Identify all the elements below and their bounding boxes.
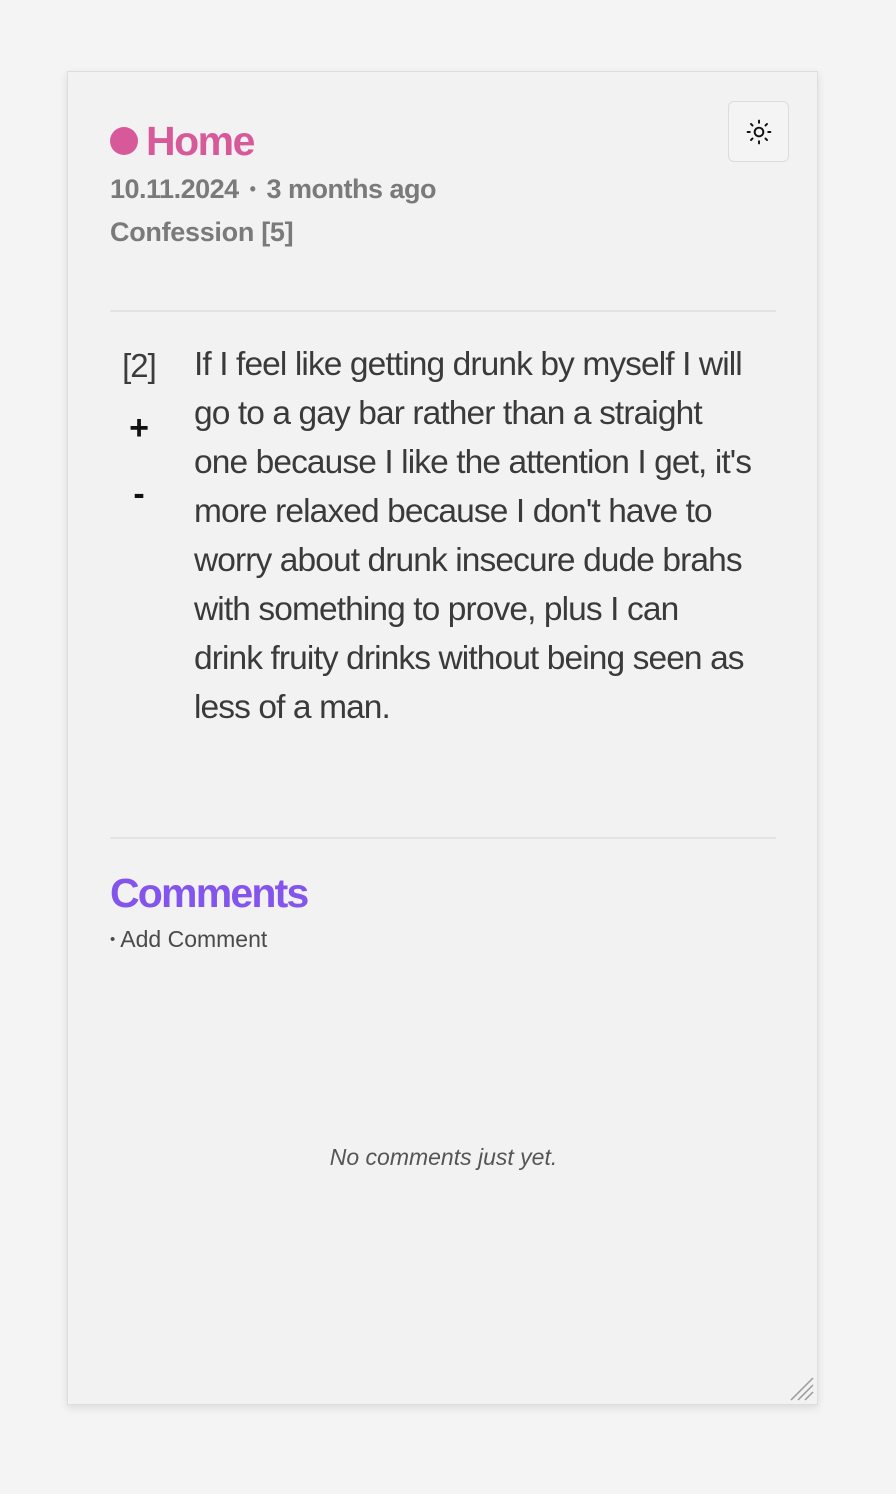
post-date: 10.11.2024 xyxy=(110,174,239,204)
home-title-row: Home xyxy=(110,116,255,166)
downvote-button[interactable]: - xyxy=(133,474,144,514)
post-relative-time: 3 months ago xyxy=(266,174,437,204)
post-category-link[interactable]: Confession [5] xyxy=(110,217,294,248)
bullet: • xyxy=(110,931,116,948)
divider xyxy=(110,310,776,312)
meta-separator: • xyxy=(249,179,256,199)
sun-icon xyxy=(746,119,771,144)
vote-controls: [2] + - xyxy=(110,346,168,514)
home-dot-icon xyxy=(110,127,138,155)
add-comment-link[interactable]: • Add Comment xyxy=(110,926,267,953)
confession-card: Home 10.11.2024 • 3 months ago Confessio… xyxy=(67,71,818,1405)
comments-heading: Comments xyxy=(110,870,309,916)
upvote-button[interactable]: + xyxy=(129,408,149,448)
add-comment-label: Add Comment xyxy=(120,926,268,952)
theme-toggle-button[interactable] xyxy=(728,101,789,162)
home-link[interactable]: Home xyxy=(146,118,255,165)
vote-score: [2] xyxy=(122,347,157,384)
divider xyxy=(110,837,776,839)
confession-text: If I feel like getting drunk by myself I… xyxy=(194,346,752,726)
post-meta: 10.11.2024 • 3 months ago xyxy=(110,174,437,205)
no-comments-message: No comments just yet. xyxy=(329,1144,558,1170)
resize-handle-icon[interactable] xyxy=(789,1376,815,1402)
